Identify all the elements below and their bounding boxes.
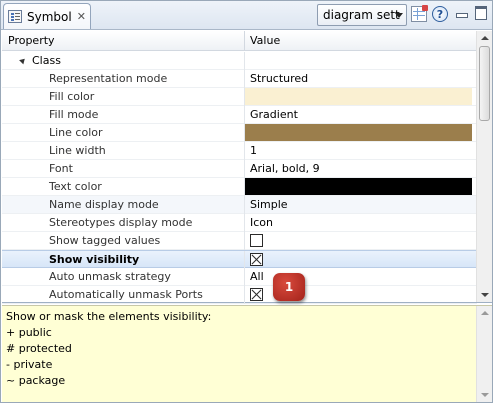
fill-color-swatch[interactable] <box>245 88 472 105</box>
maximize-icon[interactable] <box>473 5 487 20</box>
minimize-icon[interactable] <box>454 5 468 19</box>
property-name: Stereotypes display mode <box>49 216 193 229</box>
column-header-value[interactable]: Value <box>250 34 280 47</box>
property-name: Auto unmask strategy <box>49 270 171 283</box>
description-scrollbar[interactable] <box>476 306 492 402</box>
description-line: + public <box>6 326 52 339</box>
show-visibility-checkbox[interactable] <box>250 253 263 266</box>
table-row[interactable]: Fill color <box>2 88 477 106</box>
property-name: Line width <box>49 144 106 157</box>
table-row[interactable]: Fill mode Gradient <box>2 106 477 124</box>
table-header: Property Value <box>2 31 477 51</box>
text-color-swatch[interactable] <box>245 178 472 195</box>
property-value[interactable]: Simple <box>250 198 288 211</box>
description-panel: Show or mask the elements visibility: + … <box>2 305 492 402</box>
scroll-down-arrow-icon[interactable] <box>481 393 489 397</box>
description-line: Show or mask the elements visibility: <box>6 310 212 323</box>
property-name: Fill mode <box>49 108 99 121</box>
table-row[interactable]: Line width 1 <box>2 142 477 160</box>
group-label: Class <box>32 54 61 67</box>
tab-title: Symbol <box>27 9 72 24</box>
table-row[interactable]: Font Arial, bold, 9 <box>2 160 477 178</box>
property-name: Name display mode <box>49 198 159 211</box>
properties-table: Property Value Class Representation mode… <box>2 31 492 304</box>
table-row[interactable]: Stereotypes display mode Icon <box>2 214 477 232</box>
scroll-thumb[interactable] <box>479 46 490 121</box>
unmask-ports-checkbox[interactable] <box>250 288 263 301</box>
table-row[interactable]: Representation mode Structured <box>2 70 477 88</box>
symbol-properties-view: Symbol ✕ diagram sett ? Property Value C… <box>0 0 493 403</box>
property-value[interactable]: Structured <box>250 72 308 85</box>
property-name: Automatically unmask Ports <box>49 288 203 301</box>
table-row[interactable]: Name display mode Simple <box>2 196 477 214</box>
description-line: ~ package <box>6 374 66 387</box>
table-row[interactable]: Auto unmask strategy All <box>2 268 477 286</box>
view-toolbar: Symbol ✕ diagram sett ? <box>1 1 492 30</box>
diagram-settings-dropdown[interactable]: diagram sett <box>317 4 407 26</box>
symbol-tab[interactable]: Symbol ✕ <box>3 3 91 29</box>
property-value[interactable]: Icon <box>250 216 273 229</box>
table-row-selected[interactable]: Show visibility <box>2 250 477 269</box>
scroll-down-arrow-icon[interactable] <box>481 293 489 297</box>
property-name: Show tagged values <box>49 234 161 247</box>
table-row[interactable]: Line color <box>2 124 477 142</box>
property-value[interactable]: All <box>250 270 264 283</box>
property-value[interactable]: Arial, bold, 9 <box>250 162 320 175</box>
property-value[interactable]: 1 <box>250 144 257 157</box>
property-name: Text color <box>49 180 102 193</box>
table-row[interactable]: Text color <box>2 178 477 196</box>
show-tagged-values-checkbox[interactable] <box>250 234 263 247</box>
property-name: Line color <box>49 126 103 139</box>
description-line: # protected <box>6 342 72 355</box>
group-row-class[interactable]: Class <box>2 52 477 70</box>
collapse-arrow-icon[interactable] <box>19 56 27 65</box>
column-header-property[interactable]: Property <box>8 34 55 47</box>
table-settings-icon[interactable] <box>411 5 428 22</box>
property-name: Fill color <box>49 90 95 103</box>
callout-badge: 1 <box>273 273 305 301</box>
properties-icon <box>8 10 22 23</box>
column-divider[interactable] <box>244 31 245 51</box>
chevron-down-icon <box>395 13 403 18</box>
dropdown-value: diagram sett <box>323 8 400 22</box>
property-value[interactable]: Gradient <box>250 108 298 121</box>
table-rows: Class Representation mode Structured Fil… <box>2 52 477 304</box>
close-icon[interactable]: ✕ <box>77 10 86 23</box>
scroll-up-arrow-icon[interactable] <box>481 311 489 315</box>
property-name: Show visibility <box>49 253 140 266</box>
table-row[interactable]: Automatically unmask Ports <box>2 286 477 304</box>
scroll-up-arrow-icon[interactable] <box>481 36 489 40</box>
table-scrollbar[interactable] <box>476 31 492 302</box>
help-icon[interactable]: ? <box>432 6 448 22</box>
property-name: Font <box>49 162 73 175</box>
line-color-swatch[interactable] <box>245 124 472 141</box>
table-row[interactable]: Show tagged values <box>2 232 477 250</box>
description-line: - private <box>6 358 53 371</box>
property-name: Representation mode <box>49 72 168 85</box>
